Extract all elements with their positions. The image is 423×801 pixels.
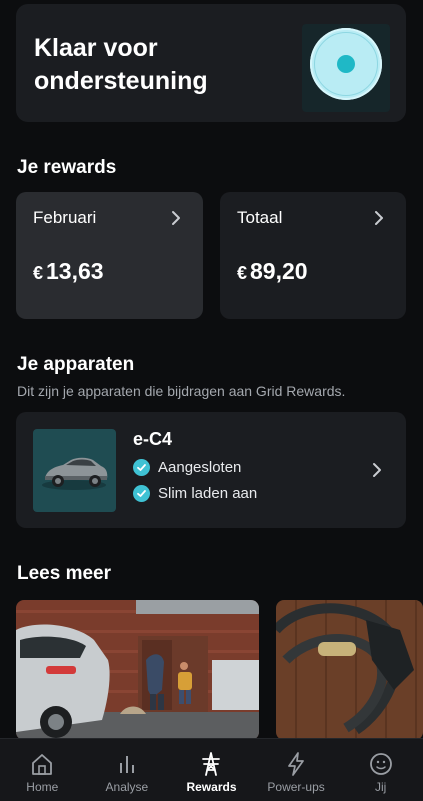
chevron-right-icon: [373, 463, 381, 477]
reward-amount: €89,20: [237, 258, 308, 285]
article-image: [16, 600, 259, 740]
article-card-home-charging[interactable]: [16, 600, 259, 740]
tab-analyse[interactable]: Analyse: [85, 739, 170, 801]
status-dot-icon: [337, 55, 355, 73]
tab-label: Jij: [375, 780, 387, 794]
currency-symbol: €: [33, 263, 44, 283]
device-status-label: Aangesloten: [158, 459, 242, 476]
device-name: e-C4: [133, 429, 173, 449]
pylon-icon: [202, 752, 221, 776]
tab-rewards[interactable]: Rewards: [169, 739, 254, 801]
reward-amount: €13,63: [33, 258, 104, 285]
article-card-charging-cable[interactable]: [276, 600, 423, 740]
chevron-right-icon: [172, 211, 180, 225]
support-status-card: Klaar voor ondersteuning: [16, 4, 406, 122]
devices-section-subtitle: Dit zijn je apparaten die bijdragen aan …: [17, 383, 346, 399]
tab-label: Home: [26, 780, 59, 794]
reward-amount-value: 13,63: [46, 258, 104, 284]
article-image: [276, 600, 423, 740]
home-icon: [32, 754, 53, 775]
reward-amount-value: 89,20: [250, 258, 308, 284]
reward-card-total[interactable]: Totaal €89,20: [220, 192, 406, 319]
check-circle-icon: [133, 485, 150, 502]
device-status-connected: Aangesloten: [133, 459, 241, 476]
tab-power-ups[interactable]: Power-ups: [254, 739, 339, 801]
tab-home[interactable]: Home: [0, 739, 85, 801]
currency-symbol: €: [237, 263, 248, 283]
car-image: [33, 429, 116, 512]
tab-jij[interactable]: Jij: [338, 739, 423, 801]
lightning-icon: [288, 752, 304, 776]
device-card-e-c4[interactable]: e-C4 Aangesloten Slim laden aan: [16, 412, 406, 528]
status-indicator: [302, 24, 390, 112]
reward-card-february[interactable]: Februari €13,63: [16, 192, 203, 319]
tab-label: Power-ups: [267, 780, 325, 794]
read-more-section-title: Lees meer: [17, 563, 112, 584]
profile-icon: [369, 753, 392, 775]
status-ring-icon: [310, 28, 382, 100]
bottom-navigation: Home Analyse Rewards Power-ups Jij: [0, 738, 423, 801]
device-status-smart-charging: Slim laden aan: [133, 485, 257, 502]
device-status-label: Slim laden aan: [158, 485, 258, 502]
reward-card-label: Februari: [33, 208, 97, 227]
check-circle-icon: [133, 459, 150, 476]
bar-chart-icon: [119, 756, 134, 773]
support-status-title: Klaar voor ondersteuning: [34, 34, 208, 95]
reward-card-label: Totaal: [237, 208, 283, 227]
tab-label: Rewards: [186, 780, 237, 794]
rewards-section-title: Je rewards: [17, 157, 117, 178]
tab-label: Analyse: [105, 780, 149, 794]
chevron-right-icon: [375, 211, 383, 225]
devices-section-title: Je apparaten: [17, 354, 135, 375]
